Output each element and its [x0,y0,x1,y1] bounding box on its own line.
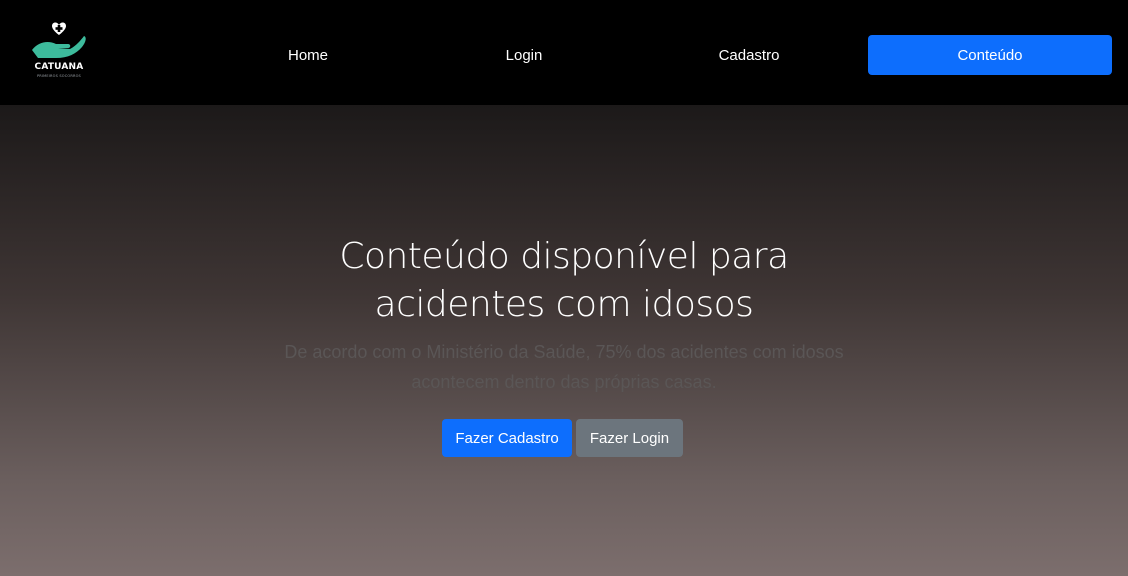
brand-name: CATUANA [34,62,84,72]
brand-logo[interactable]: CATUANA PRIMEIROS SOCORROS [28,18,90,82]
signup-button[interactable]: Fazer Cadastro [442,419,572,457]
login-button[interactable]: Fazer Login [576,419,683,457]
navbar: CATUANA PRIMEIROS SOCORROS Home Login Ca… [0,0,1128,105]
nav-link-cadastro[interactable]: Cadastro [689,35,809,75]
nav-button-conteudo[interactable]: Conteúdo [868,35,1112,75]
nav-link-home[interactable]: Home [248,35,368,75]
nav-link-login[interactable]: Login [464,35,584,75]
hero-title: Conteúdo disponível para acidentes com i… [339,236,789,325]
hero-section: Conteúdo disponível para acidentes com i… [0,105,1128,576]
brand-tagline: PRIMEIROS SOCORROS [37,74,81,78]
hero-subtitle: De acordo com o Ministério da Saúde, 75%… [284,342,844,392]
heart-hand-icon [32,22,86,58]
